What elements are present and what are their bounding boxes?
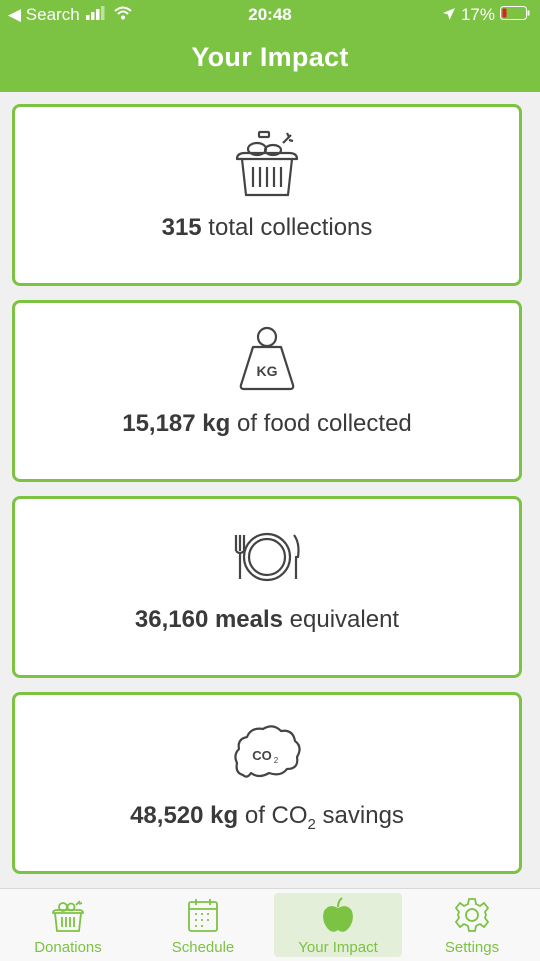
impact-card-meals: 36,160 meals equivalent <box>12 496 522 678</box>
meals-label: equivalent <box>283 606 400 633</box>
impact-card-collections: 315 total collections <box>12 104 522 286</box>
basket-icon <box>15 129 519 199</box>
collections-text: 315 total collections <box>15 214 519 242</box>
page-title: Your Impact <box>191 42 349 72</box>
co2-value: 48,520 kg <box>130 802 239 829</box>
tab-settings[interactable]: Settings <box>408 893 536 957</box>
app-header: ◀ Search 20:48 17% Your Impact <box>0 0 540 92</box>
food-weight-value: 15,187 kg <box>122 410 231 437</box>
collections-label: total collections <box>201 214 373 241</box>
co2-label-post: savings <box>315 802 404 829</box>
tab-schedule-label: Schedule <box>171 939 235 956</box>
bottom-tab-bar: Donations Schedule Your Impact Settings <box>0 888 540 961</box>
co2-cloud-icon: CO 2 <box>15 717 519 787</box>
meals-value: 36,160 meals <box>134 606 284 633</box>
apple-icon <box>274 893 402 933</box>
weight-kg-icon: KG <box>15 325 519 395</box>
co2-label-pre: of CO <box>238 802 308 829</box>
tab-schedule[interactable]: Schedule <box>139 893 267 957</box>
co2-icon-subscript: 2 <box>274 756 279 765</box>
tab-your-impact-label: Your Impact <box>298 939 378 956</box>
co2-text: 48,520 kg of CO2 savings <box>15 802 519 833</box>
meals-text: 36,160 meals equivalent <box>15 606 519 634</box>
tab-donations-label: Donations <box>34 939 102 956</box>
battery-icon <box>500 5 530 25</box>
food-weight-label: of food collected <box>230 410 412 437</box>
location-arrow-icon <box>442 5 455 25</box>
calendar-icon <box>139 893 267 933</box>
plate-fork-knife-icon <box>15 521 519 591</box>
status-bar: ◀ Search 20:48 17% <box>0 0 540 32</box>
co2-label-subscript: 2 <box>307 815 316 833</box>
food-weight-text: 15,187 kg of food collected <box>15 410 519 438</box>
co2-icon-text: CO <box>252 748 272 763</box>
tab-your-impact[interactable]: Your Impact <box>274 893 402 957</box>
collections-value: 315 <box>161 214 202 241</box>
impact-card-co2: CO 2 48,520 kg of CO2 savings <box>12 692 522 874</box>
impact-card-food-weight: KG 15,187 kg of food collected <box>12 300 522 482</box>
basket-icon <box>4 893 132 933</box>
gear-icon <box>408 893 536 933</box>
status-right: 17% <box>442 5 530 25</box>
tab-settings-label: Settings <box>444 939 500 956</box>
battery-percent: 17% <box>460 5 495 24</box>
tab-donations[interactable]: Donations <box>4 893 132 957</box>
weight-icon-text: KG <box>257 363 278 379</box>
